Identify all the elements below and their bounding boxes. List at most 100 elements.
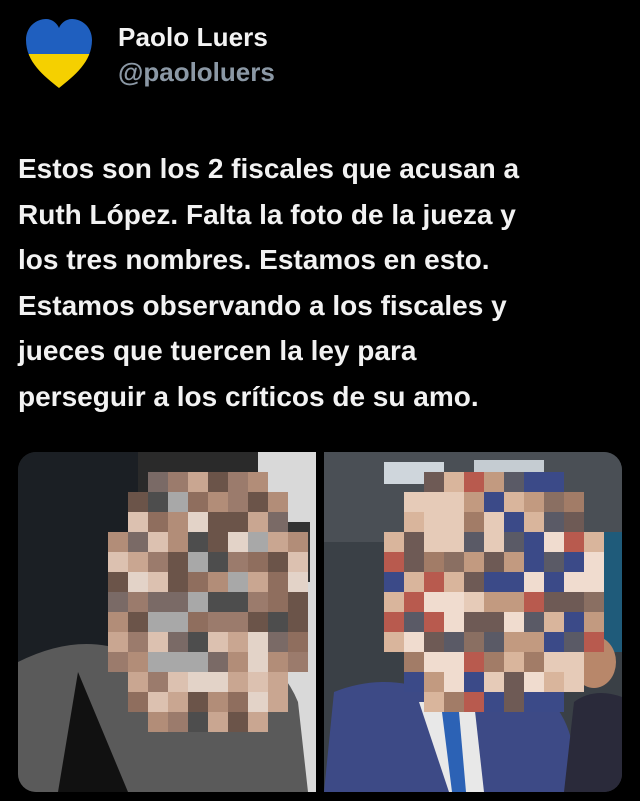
pixel-block [384,572,404,592]
pixel-block [464,692,484,712]
media-grid[interactable] [18,452,622,792]
pixel-block [484,672,504,692]
pixel-block [108,652,128,672]
pixel-block [504,692,524,712]
pixel-block [248,632,268,652]
pixel-block [248,712,268,732]
pixel-block [484,612,504,632]
pixel-block [228,592,248,612]
pixel-block [268,552,288,572]
pixel-block [484,492,504,512]
pixel-block [544,572,564,592]
author-handle[interactable]: @paololuers [118,57,275,88]
pixel-block [484,572,504,592]
pixel-block [128,692,148,712]
pixel-block [464,472,484,492]
pixel-block [504,552,524,572]
pixel-block [128,492,148,512]
pixel-block [168,692,188,712]
pixel-block [504,492,524,512]
pixel-block [444,572,464,592]
pixel-block [484,632,504,652]
pixel-block [228,492,248,512]
pixel-block [268,692,288,712]
pixel-block [484,512,504,532]
pixel-block [268,612,288,632]
pixel-block [584,572,604,592]
pixel-block [404,652,424,672]
pixel-block [404,672,424,692]
pixel-block [208,692,228,712]
pixel-block [208,672,228,692]
pixel-block [188,692,208,712]
pixel-block [484,472,504,492]
pixel-block [208,532,228,552]
pixel-block [404,512,424,532]
pixel-block [524,512,544,532]
pixel-block [404,592,424,612]
pixel-block [128,512,148,532]
pixel-block [504,532,524,552]
pixel-block [444,652,464,672]
pixel-block [544,532,564,552]
pixel-block [168,672,188,692]
pixel-block [484,532,504,552]
pixel-block [464,552,484,572]
pixel-block [424,512,444,532]
pixel-block [188,632,208,652]
pixel-block [288,612,308,632]
pixel-block [128,572,148,592]
pixel-block [208,612,228,632]
pixel-block [228,552,248,572]
pixel-block [168,552,188,572]
pixel-block [248,532,268,552]
pixel-block [128,552,148,572]
pixel-block [288,632,308,652]
pixel-block [148,552,168,572]
pixel-block [444,692,464,712]
pixel-block [188,652,208,672]
pixel-block [108,612,128,632]
pixel-block [248,612,268,632]
pixel-block [484,652,504,672]
pixel-block [108,632,128,652]
pixel-block [228,672,248,692]
pixel-block [544,492,564,512]
pixel-block [148,612,168,632]
pixel-block [544,652,564,672]
pixel-block [108,552,128,572]
pixel-block [464,652,484,672]
pixel-block [188,552,208,572]
heart-avatar-icon[interactable] [24,18,94,90]
pixel-block [424,492,444,512]
media-photo-1[interactable] [18,452,316,792]
pixel-block [148,632,168,652]
pixel-block [208,592,228,612]
pixel-block [108,592,128,612]
pixel-block [564,612,584,632]
media-photo-2[interactable] [324,452,622,792]
pixel-block [188,592,208,612]
pixel-block [228,572,248,592]
pixel-block [148,592,168,612]
pixel-block [168,632,188,652]
pixel-block [564,672,584,692]
pixel-block [248,552,268,572]
pixel-block [268,592,288,612]
pixel-block [148,512,168,532]
pixel-block [524,552,544,572]
pixel-block [268,512,288,532]
pixel-block [564,652,584,672]
pixel-block [168,712,188,732]
pixel-block [168,652,188,672]
author-name[interactable]: Paolo Luers [118,22,268,53]
pixel-block [424,692,444,712]
pixel-block [188,472,208,492]
pixel-block [268,652,288,672]
pixel-block [148,472,168,492]
pixel-block [404,632,424,652]
pixel-block [188,712,208,732]
pixel-block [444,492,464,512]
pixel-block [424,632,444,652]
pixel-block [484,692,504,712]
